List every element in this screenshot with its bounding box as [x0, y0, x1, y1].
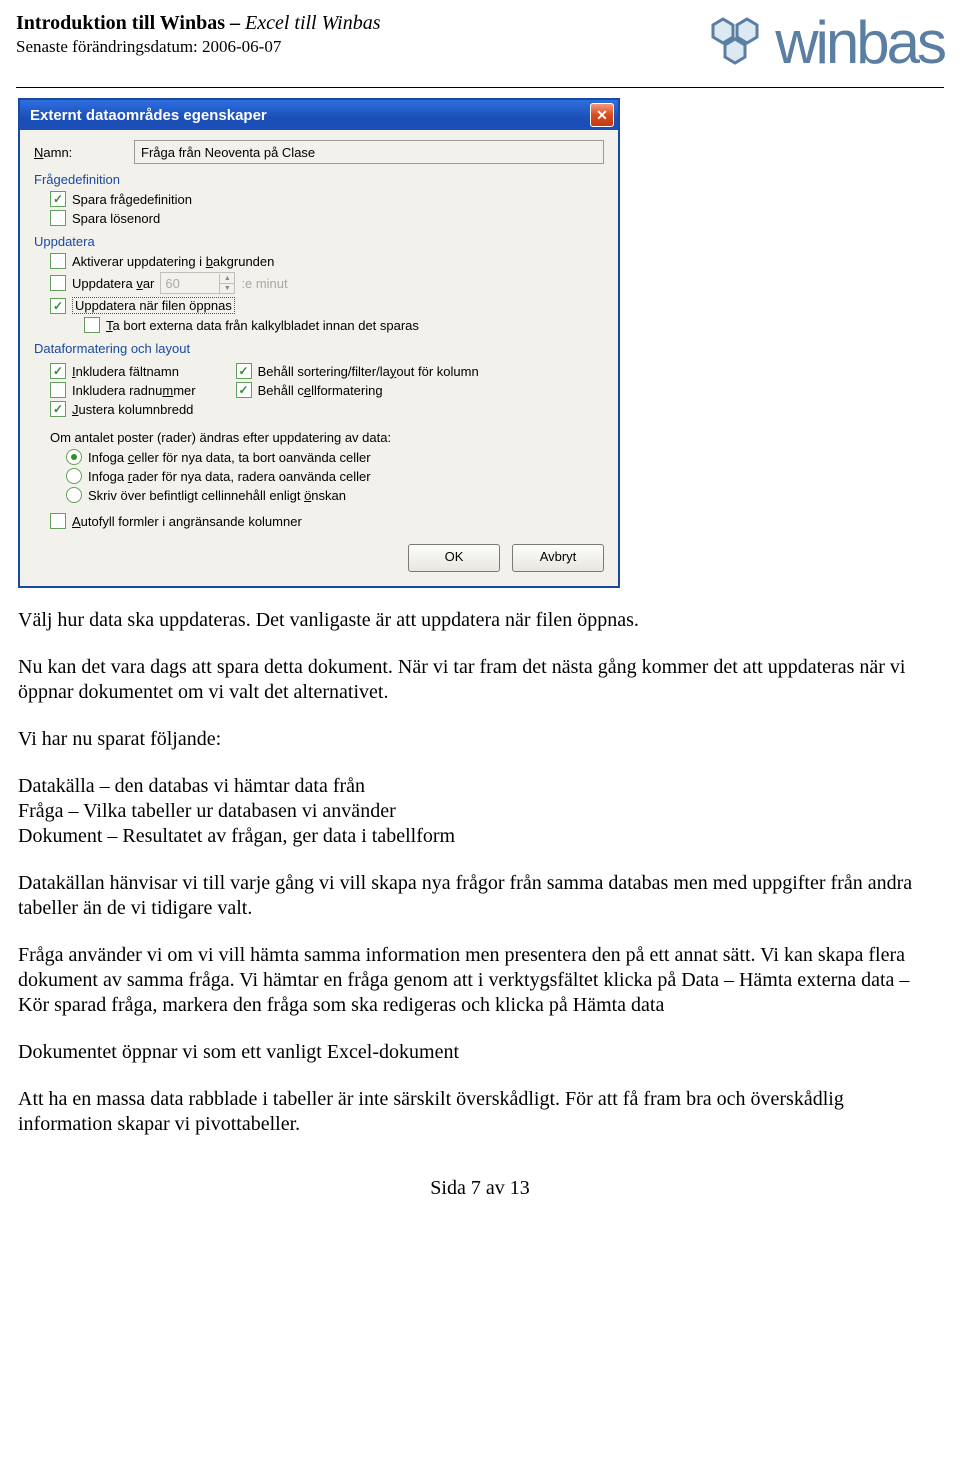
chk-label: Justera kolumnbredd	[72, 402, 193, 417]
chk-uppdatera-var[interactable]: Uppdatera var ▲ ▼ :e minut	[50, 272, 604, 294]
chk-aktiverar-bakgrund[interactable]: Aktiverar uppdatering i bakgrunden	[50, 253, 604, 269]
chk-label: Spara frågedefinition	[72, 192, 192, 207]
chk-uppdatera-fil-oppnas[interactable]: Uppdatera när filen öppnas	[50, 297, 604, 314]
close-icon: ✕	[596, 108, 608, 122]
paragraph: Datakällan hänvisar vi till varje gång v…	[18, 871, 942, 921]
document-content: Välj hur data ska uppdateras. Det vanlig…	[0, 608, 960, 1137]
radio-skriv-over[interactable]: Skriv över befintligt cellinnehåll enlig…	[66, 487, 604, 503]
paragraph: Fråga använder vi om vi vill hämta samma…	[18, 943, 942, 1018]
checkbox-icon	[50, 210, 66, 226]
cancel-button[interactable]: Avbryt	[512, 544, 604, 572]
checkbox-icon	[50, 513, 66, 529]
paragraph: Nu kan det vara dags att spara detta dok…	[18, 655, 942, 705]
header-text: Introduktion till Winbas – Excel till Wi…	[16, 12, 381, 57]
section-format: Inkludera fältnamn Inkludera radnummer J…	[34, 360, 604, 420]
checkbox-icon	[84, 317, 100, 333]
list-item: Fråga – Vilka tabeller ur databasen vi a…	[18, 799, 942, 824]
ok-button[interactable]: OK	[408, 544, 500, 572]
chevron-up-icon: ▲	[220, 274, 234, 284]
dialog-window: Externt dataområdes egenskaper ✕ Namn: F…	[18, 98, 620, 588]
checkbox-icon	[50, 253, 66, 269]
chk-label: Uppdatera när filen öppnas	[72, 297, 235, 314]
interval-spinner[interactable]: ▲ ▼	[160, 272, 235, 294]
date-line: Senaste förändringsdatum: 2006-06-07	[16, 37, 381, 57]
section-uppdatera-title: Uppdatera	[34, 234, 604, 249]
spinner-buttons[interactable]: ▲ ▼	[219, 274, 234, 293]
section-uppdatera: Aktiverar uppdatering i bakgrunden Uppda…	[34, 253, 604, 333]
logo: winbas	[703, 8, 944, 77]
dialog-body: Namn: Frågedefinition Spara frågedefinit…	[20, 130, 618, 586]
paragraph: Vi har nu sparat följande:	[18, 727, 942, 752]
chevron-down-icon: ▼	[220, 284, 234, 293]
chk-label: Spara lösenord	[72, 211, 160, 226]
paragraph: Dokumentet öppnar vi som ett vanligt Exc…	[18, 1040, 942, 1065]
section-fragedef-title: Frågedefinition	[34, 172, 604, 187]
page-header: Introduktion till Winbas – Excel till Wi…	[0, 0, 960, 83]
format-subtitle: Om antalet poster (rader) ändras efter u…	[50, 430, 604, 445]
name-label: Namn:	[34, 145, 114, 160]
radio-label: Skriv över befintligt cellinnehåll enlig…	[88, 488, 346, 503]
chk-label: Aktiverar uppdatering i bakgrunden	[72, 254, 274, 269]
list-item: Datakälla – den databas vi hämtar data f…	[18, 774, 942, 799]
chk-behall-sortering[interactable]: Behåll sortering/filter/layout för kolum…	[236, 363, 479, 379]
chk-tabort-externa[interactable]: Ta bort externa data från kalkylbladet i…	[50, 317, 604, 333]
titlebar[interactable]: Externt dataområdes egenskaper ✕	[20, 100, 618, 130]
checkbox-icon	[50, 275, 66, 291]
checkbox-icon	[50, 298, 66, 314]
chk-behall-cellformat[interactable]: Behåll cellformatering	[236, 382, 479, 398]
checkbox-icon	[236, 363, 252, 379]
list-item: Dokument – Resultatet av frågan, ger dat…	[18, 824, 942, 849]
checkbox-icon	[50, 401, 66, 417]
radio-icon	[66, 449, 82, 465]
radio-icon	[66, 487, 82, 503]
radio-infoga-celler[interactable]: Infoga celler för nya data, ta bort oanv…	[66, 449, 604, 465]
chk-label: Uppdatera var	[72, 276, 154, 291]
paragraph: Välj hur data ska uppdateras. Det vanlig…	[18, 608, 942, 633]
interval-input	[161, 276, 219, 291]
chk-label: Behåll sortering/filter/layout för kolum…	[258, 364, 479, 379]
chk-label: Behåll cellformatering	[258, 383, 383, 398]
dialog-title: Externt dataområdes egenskaper	[30, 107, 267, 124]
radio-icon	[66, 468, 82, 484]
chk-justera-kolumnbredd[interactable]: Justera kolumnbredd	[50, 401, 196, 417]
checkbox-icon	[236, 382, 252, 398]
logo-text: winbas	[775, 8, 944, 77]
page-footer: Sida 7 av 13	[0, 1177, 960, 1220]
paragraph: Att ha en massa data rabblade i tabeller…	[18, 1087, 942, 1137]
chk-inkludera-radnummer[interactable]: Inkludera radnummer	[50, 382, 196, 398]
title-italic: Excel till Winbas	[245, 12, 381, 34]
button-row: OK Avbryt	[34, 532, 604, 572]
name-input[interactable]	[134, 140, 604, 164]
checkbox-icon	[50, 363, 66, 379]
name-row: Namn:	[34, 140, 604, 164]
header-rule	[16, 87, 944, 88]
doc-title: Introduktion till Winbas – Excel till Wi…	[16, 12, 381, 35]
chk-inkludera-faltnamn[interactable]: Inkludera fältnamn	[50, 363, 196, 379]
radio-label: Infoga celler för nya data, ta bort oanv…	[88, 450, 371, 465]
chk-spara-fragedef[interactable]: Spara frågedefinition	[50, 191, 604, 207]
title-bold: Introduktion till Winbas –	[16, 12, 245, 34]
chk-label: Inkludera radnummer	[72, 383, 196, 398]
section-format-title: Dataformatering och layout	[34, 341, 604, 356]
chk-label: Ta bort externa data från kalkylbladet i…	[106, 318, 419, 333]
section-fragedef: Spara frågedefinition Spara lösenord	[34, 191, 604, 226]
checkbox-icon	[50, 191, 66, 207]
checkbox-icon	[50, 382, 66, 398]
interval-suffix: :e minut	[241, 276, 287, 291]
chk-spara-losenord[interactable]: Spara lösenord	[50, 210, 604, 226]
chk-label: Autofyll formler i angränsande kolumner	[72, 514, 302, 529]
radio-group: Infoga celler för nya data, ta bort oanv…	[34, 449, 604, 503]
chk-autofyll[interactable]: Autofyll formler i angränsande kolumner	[34, 513, 604, 529]
chk-label: Inkludera fältnamn	[72, 364, 179, 379]
hex-icon	[703, 13, 767, 73]
close-button[interactable]: ✕	[590, 103, 614, 127]
radio-label: Infoga rader för nya data, radera oanvän…	[88, 469, 371, 484]
radio-infoga-rader[interactable]: Infoga rader för nya data, radera oanvän…	[66, 468, 604, 484]
